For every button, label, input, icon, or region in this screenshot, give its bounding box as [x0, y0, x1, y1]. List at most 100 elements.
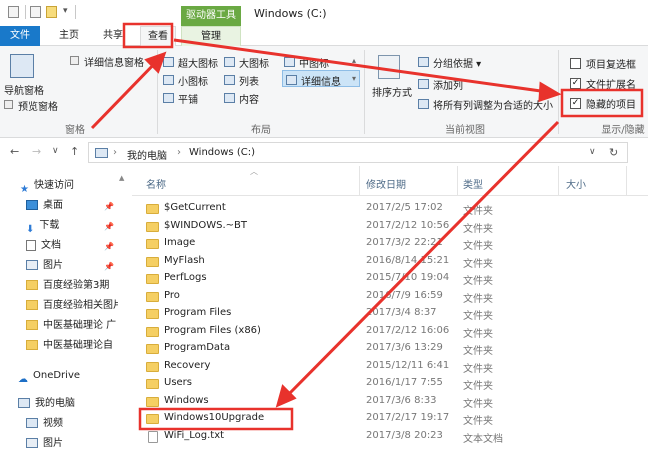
layout-scroll-down-icon[interactable]: ▾ [352, 74, 356, 83]
address-bar[interactable]: › 我的电脑 › Windows (C:) ∨ ↻ [88, 142, 628, 163]
navigation-pane-button[interactable]: 导航窗格 [4, 82, 44, 97]
column-divider[interactable] [457, 166, 458, 196]
sidebar-scrollbar[interactable]: ▲ [118, 174, 128, 444]
layout-list[interactable]: 列表 [239, 73, 259, 88]
column-header-size[interactable]: 大小 [566, 176, 586, 191]
details-pane-icon[interactable] [70, 56, 79, 65]
add-columns-icon[interactable] [418, 79, 429, 89]
content-icon[interactable] [224, 93, 235, 103]
table-row[interactable]: MyFlash 2016/8/14 15:21 文件夹 [132, 253, 648, 271]
explorer-icon [8, 6, 19, 18]
address-dropdown-icon[interactable]: ∨ [589, 147, 596, 157]
preview-pane-icon[interactable] [4, 100, 13, 109]
list-icon[interactable] [224, 75, 235, 85]
table-row[interactable]: Users 2016/1/17 7:55 文件夹 [132, 375, 648, 393]
tiles-icon[interactable] [163, 93, 174, 103]
pin-icon[interactable]: 📌 [104, 202, 114, 211]
sidebar-item-pictures[interactable]: 图片 [26, 434, 63, 451]
file-date: 2017/3/2 22:21 [366, 237, 443, 248]
column-header-type[interactable]: 类型 [463, 176, 483, 191]
group-by-button[interactable]: 分组依据 ▾ [433, 55, 481, 70]
file-type: 文件夹 [463, 223, 493, 235]
sidebar-item-label: 百度经验第3期 [43, 280, 110, 291]
group-by-icon[interactable] [418, 57, 429, 67]
extra-large-icons-icon[interactable] [163, 57, 174, 67]
layout-small-icons[interactable]: 小图标 [178, 73, 208, 88]
preview-pane-button[interactable]: 预览窗格 [18, 98, 58, 113]
file-list: ︿ 名称 修改日期 类型 大小 $GetCurrent 2017/2/5 17:0… [132, 166, 648, 451]
item-checkboxes-checkbox[interactable] [570, 58, 581, 69]
column-header-name[interactable]: 名称 [146, 176, 166, 191]
sort-by-button[interactable]: 排序方式 [372, 84, 412, 99]
layout-medium-icons[interactable]: 中图标 [299, 55, 329, 70]
sidebar-item-quick-access[interactable]: ★ 快速访问 [20, 176, 74, 196]
sidebar-item-folder[interactable]: 百度经验第3期 [26, 276, 118, 296]
tab-share[interactable]: 共享 [100, 26, 126, 46]
column-divider[interactable] [626, 166, 627, 196]
pin-icon[interactable]: 📌 [104, 222, 114, 231]
table-row[interactable]: Program Files 2017/3/4 8:37 文件夹 [132, 305, 648, 323]
computer-icon [95, 148, 108, 158]
large-icons-icon[interactable] [224, 57, 235, 67]
navigation-pane: ★ 快速访问 桌面 📌 ⬇ 下载 📌 文档 📌 图片 📌 百度经验第3期 百度经验相… [0, 166, 130, 451]
pin-icon[interactable]: 📌 [104, 242, 114, 251]
table-row[interactable]: Image 2017/3/2 22:21 文件夹 [132, 235, 648, 253]
table-row[interactable]: Program Files (x86) 2017/2/12 16:06 文件夹 [132, 323, 648, 341]
table-row[interactable]: Recovery 2015/12/11 6:41 文件夹 [132, 358, 648, 376]
tab-view[interactable]: 查看 [140, 26, 176, 47]
column-divider[interactable] [359, 166, 360, 196]
table-row[interactable]: $GetCurrent 2017/2/5 17:02 文件夹 [132, 200, 648, 218]
breadcrumb-windows-c[interactable]: Windows (C:) [189, 147, 255, 158]
forward-arrow-icon[interactable]: → [32, 145, 41, 158]
table-row[interactable]: ProgramData 2017/3/6 13:29 文件夹 [132, 340, 648, 358]
add-columns-button[interactable]: 添加列 [433, 77, 463, 92]
customize-quick-access-icon[interactable]: ▾ [63, 6, 68, 16]
hidden-items-checkbox[interactable]: ✓ [570, 98, 581, 109]
folder-icon [146, 274, 159, 284]
new-folder-icon[interactable] [46, 6, 57, 18]
column-divider[interactable] [558, 166, 559, 196]
desktop-icon [26, 200, 38, 210]
table-row[interactable]: Windows 2017/3/6 8:33 文件夹 [132, 393, 648, 411]
sidebar-item-folder[interactable]: 中医基础理论自 [26, 336, 118, 356]
table-row[interactable]: PerfLogs 2015/7/10 19:04 文件夹 [132, 270, 648, 288]
layout-content[interactable]: 内容 [239, 91, 259, 106]
video-icon [26, 418, 38, 428]
layout-details[interactable]: 详细信息 [301, 73, 341, 88]
scroll-up-icon[interactable]: ▲ [119, 174, 124, 182]
table-row[interactable]: $WINDOWS.~BT 2017/2/12 10:56 文件夹 [132, 218, 648, 236]
properties-icon[interactable] [30, 6, 41, 18]
sidebar-item-folder[interactable]: 中医基础理论 广 [26, 316, 118, 336]
tab-file[interactable]: 文件 [0, 26, 40, 46]
tab-home[interactable]: 主页 [56, 26, 82, 46]
sidebar-item-my-computer[interactable]: 我的电脑 [18, 394, 75, 414]
layout-tiles[interactable]: 平铺 [178, 91, 198, 106]
sidebar-item-folder[interactable]: 百度经验相关图片 [26, 296, 118, 316]
layout-extra-large-icons[interactable]: 超大图标 [178, 55, 218, 70]
table-row[interactable]: Windows10Upgrade 2017/2/17 19:17 文件夹 [132, 410, 648, 428]
column-header-date[interactable]: 修改日期 [366, 176, 406, 191]
small-icons-icon[interactable] [163, 75, 174, 85]
recent-locations-icon[interactable]: ∨ [52, 146, 59, 156]
table-row[interactable]: Pro 2016/7/9 16:59 文件夹 [132, 288, 648, 306]
pin-icon[interactable]: 📌 [104, 262, 114, 271]
fit-columns-button[interactable]: 将所有列调整为合适的大小 [433, 97, 553, 112]
breadcrumb-my-computer[interactable]: 我的电脑 [127, 147, 167, 162]
tab-manage[interactable]: 管理 [181, 26, 241, 47]
sidebar-item-videos[interactable]: 视频 [26, 414, 63, 434]
refresh-icon[interactable]: ↻ [609, 146, 618, 159]
up-arrow-icon[interactable]: ↑ [70, 145, 79, 158]
file-extensions-checkbox[interactable]: ✓ [570, 78, 581, 89]
medium-icons-icon[interactable] [284, 57, 295, 67]
layout-scroll-up-icon[interactable]: ▴ [352, 56, 356, 65]
fit-columns-icon[interactable] [418, 99, 429, 109]
sort-by-icon[interactable] [378, 55, 400, 79]
details-icon[interactable] [286, 75, 297, 85]
back-arrow-icon[interactable]: ← [10, 145, 19, 158]
file-name: Program Files (x86) [164, 324, 261, 336]
navigation-pane-icon[interactable] [10, 54, 34, 78]
details-pane-button[interactable]: 详细信息窗格 [84, 54, 144, 69]
table-row[interactable]: WiFi_Log.txt 2017/3/8 20:23 文本文档 [132, 428, 648, 446]
sidebar-item-onedrive[interactable]: ☁ OneDrive [18, 366, 80, 386]
layout-large-icons[interactable]: 大图标 [239, 55, 269, 70]
